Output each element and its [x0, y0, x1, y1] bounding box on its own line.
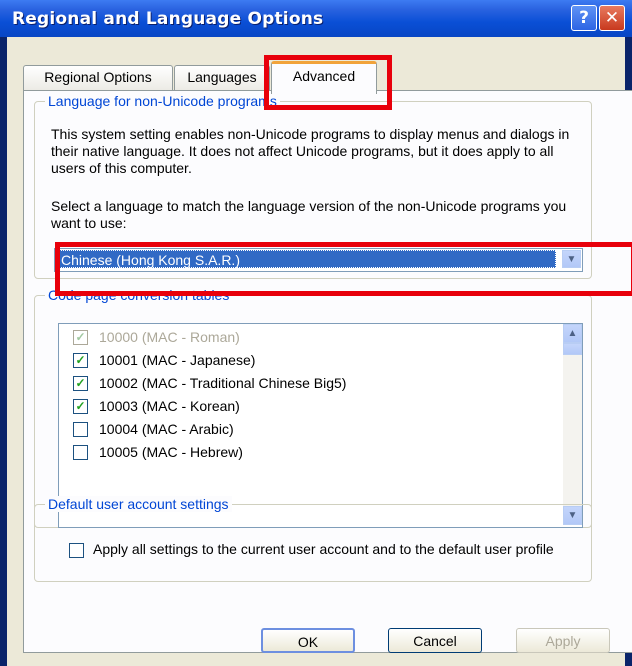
list-item[interactable]: 10004 (MAC - Arabic) [59, 418, 559, 441]
cancel-button[interactable]: Cancel [388, 628, 482, 653]
checkbox-checked[interactable]: ✓ [73, 353, 88, 368]
list-item-label: 10004 (MAC - Arabic) [99, 421, 234, 437]
list-item[interactable]: 10005 (MAC - Hebrew) [59, 441, 559, 464]
listbox-scrollbar[interactable]: ▲ ▼ [563, 324, 582, 525]
window-title: Regional and Language Options [12, 9, 324, 29]
tab-languages[interactable]: Languages [174, 65, 270, 90]
apply-default-user-label: Apply all settings to the current user a… [93, 541, 554, 557]
list-item-label: 10000 (MAC - Roman) [99, 329, 240, 345]
list-item-label: 10005 (MAC - Hebrew) [99, 444, 243, 460]
apply-button[interactable]: Apply [516, 628, 610, 653]
list-item[interactable]: ✓ 10002 (MAC - Traditional Chinese Big5) [59, 372, 559, 395]
close-button[interactable]: ✕ [599, 5, 625, 31]
help-button[interactable]: ? [571, 5, 597, 31]
dialog-client-area: Regional Options Languages Advanced Lang… [7, 37, 632, 666]
checkbox-checked[interactable]: ✓ [73, 399, 88, 414]
scrollbar-thumb[interactable] [563, 343, 582, 355]
chevron-up-icon[interactable]: ▲ [563, 324, 582, 343]
close-icon: ✕ [604, 8, 620, 28]
list-item[interactable]: ✓ 10003 (MAC - Korean) [59, 395, 559, 418]
list-item-label: 10003 (MAC - Korean) [99, 398, 240, 414]
tab-regional-options[interactable]: Regional Options [23, 65, 173, 90]
non-unicode-legend: Language for non-Unicode programs [45, 93, 280, 109]
non-unicode-description: This system setting enables non-Unicode … [51, 126, 570, 176]
ok-button[interactable]: OK [261, 628, 355, 653]
list-item-label: 10001 (MAC - Japanese) [99, 352, 256, 368]
highlight-box-language-dropdown [55, 242, 632, 296]
help-icon: ? [579, 8, 589, 28]
list-item[interactable]: ✓ 10001 (MAC - Japanese) [59, 349, 559, 372]
highlight-box-advanced-tab [264, 55, 392, 110]
list-item-label: 10002 (MAC - Traditional Chinese Big5) [99, 375, 347, 391]
checkbox-unchecked[interactable] [73, 422, 88, 437]
list-item[interactable]: ✓ 10000 (MAC - Roman) [59, 326, 559, 349]
checkbox-checked[interactable]: ✓ [73, 376, 88, 391]
dialog-window: Regional and Language Options ? ✕ Region… [0, 0, 632, 666]
language-select-prompt: Select a language to match the language … [51, 198, 567, 231]
checkbox-unchecked[interactable] [73, 445, 88, 460]
title-bar[interactable]: Regional and Language Options ? ✕ [0, 0, 632, 37]
default-user-legend: Default user account settings [45, 496, 232, 512]
checkbox-unchecked[interactable] [69, 543, 84, 558]
checkbox-checked: ✓ [73, 330, 88, 345]
